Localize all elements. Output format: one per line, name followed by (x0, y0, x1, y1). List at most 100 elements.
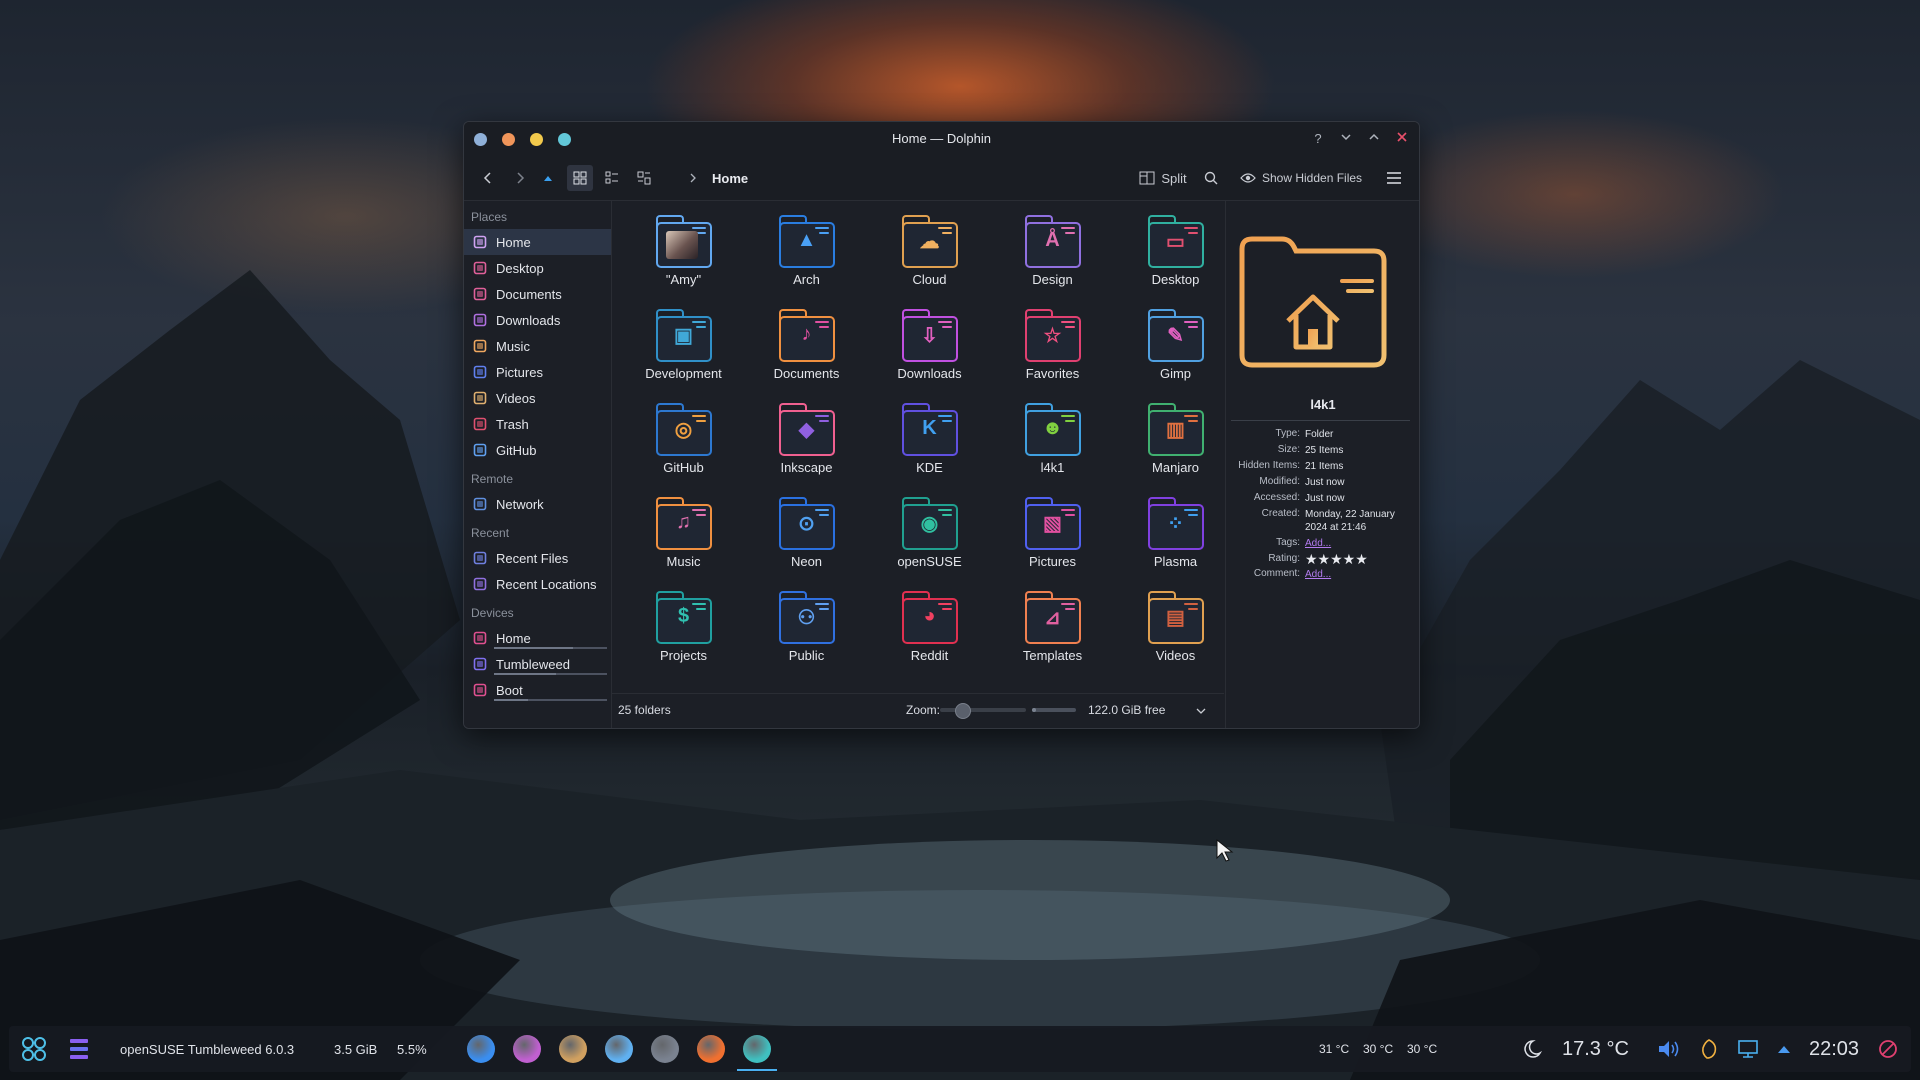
search-button[interactable] (1200, 165, 1222, 191)
zoom-slider[interactable] (940, 703, 1026, 719)
folder-item[interactable]: ♪ Documents (745, 309, 868, 403)
menu-button[interactable] (1382, 165, 1406, 191)
breadcrumb-home[interactable]: Home (712, 171, 748, 186)
details-view-button[interactable] (631, 165, 657, 191)
folder-label: Inkscape (780, 460, 833, 475)
sidebar-item-recent-files[interactable]: Recent Files (464, 545, 611, 571)
folder-item[interactable]: ▥ Manjaro (1114, 403, 1237, 497)
folder-item[interactable]: Å Design (991, 215, 1114, 309)
discover-app-icon[interactable] (605, 1035, 633, 1063)
up-button[interactable] (536, 165, 560, 191)
drive-icon (472, 682, 488, 698)
sidebar-item-recent-locations[interactable]: Recent Locations (464, 571, 611, 597)
notifications-icon[interactable] (1877, 1026, 1901, 1072)
info-label: Rating: (1268, 553, 1300, 564)
back-button[interactable] (476, 165, 500, 191)
steam-app-icon[interactable] (513, 1035, 541, 1063)
show-hidden-files-button[interactable]: Show Hidden Files (1240, 165, 1370, 191)
public-glyph-icon: ⚇ (797, 607, 816, 629)
dolphin-app-icon[interactable] (743, 1035, 771, 1063)
folder-item[interactable]: K KDE (868, 403, 991, 497)
sidebar-item-desktop[interactable]: Desktop (464, 255, 611, 281)
documents-glyph-icon: ♪ (801, 323, 812, 345)
volume-icon[interactable] (1657, 1026, 1683, 1072)
folder-item[interactable]: ☻ l4k1 (991, 403, 1114, 497)
folder-item[interactable]: ◕ Reddit (868, 591, 991, 685)
folder-item[interactable]: ☁ Cloud (868, 215, 991, 309)
folder-item[interactable]: ▲ Arch (745, 215, 868, 309)
folder-item[interactable]: ⊙ Neon (745, 497, 868, 591)
gimp-folder-icon: ✎ (1146, 309, 1206, 363)
info-value: Just now (1305, 493, 1345, 504)
folder-label: l4k1 (1040, 460, 1065, 475)
app-launcher-button[interactable] (21, 1026, 49, 1072)
settings-app-icon[interactable] (651, 1035, 679, 1063)
sidebar-item-label: Recent Files (496, 550, 569, 566)
folder-item[interactable]: ✎ Gimp (1114, 309, 1237, 403)
info-row-modified: Modified: Just now (1226, 476, 1419, 489)
sidebar-item-boot[interactable]: Boot (464, 677, 611, 703)
gimp-app-icon[interactable] (559, 1035, 587, 1063)
weather-icon[interactable] (1519, 1026, 1545, 1072)
sidebar-item-label: Downloads (496, 312, 561, 328)
folder-item[interactable]: ▧ Pictures (991, 497, 1114, 591)
plasma-glyph-icon: ⁘ (1167, 513, 1184, 535)
sidebar-item-videos[interactable]: Videos (464, 385, 611, 411)
forward-button[interactable] (508, 165, 532, 191)
folder-item[interactable]: ▤ Videos (1114, 591, 1237, 685)
sidebar-item-pictures[interactable]: Pictures (464, 359, 611, 385)
hamburger-menu-icon (1387, 172, 1401, 184)
split-button[interactable]: Split (1136, 165, 1190, 191)
system-tray-expand[interactable] (1777, 1026, 1795, 1072)
breadcrumb-separator (686, 165, 700, 191)
folder-item[interactable]: ◉ openSUSE (868, 497, 991, 591)
zoom-slider-handle[interactable] (954, 703, 971, 719)
folder-item[interactable]: ☆ Favorites (991, 309, 1114, 403)
help-button[interactable]: ? (1309, 130, 1327, 148)
info-row-hidden-items: Hidden Items: 21 Items (1226, 460, 1419, 473)
up-arrow-icon (544, 176, 552, 181)
folder-item[interactable]: ⚇ Public (745, 591, 868, 685)
sidebar-item-label: Trash (496, 416, 529, 432)
kde-connect-icon[interactable] (1699, 1026, 1721, 1072)
chevron-down-icon[interactable] (1196, 706, 1206, 716)
home-icon (472, 234, 488, 250)
folder-item[interactable]: ▭ Desktop (1114, 215, 1237, 309)
info-label: Modified: (1259, 476, 1300, 487)
minimize-button[interactable] (1337, 130, 1355, 148)
rating-stars[interactable]: ★★★★★ (1305, 552, 1405, 566)
folder-item[interactable]: ◎ GitHub (622, 403, 745, 497)
folder-item[interactable]: ◆ Inkscape (745, 403, 868, 497)
task-manager-button[interactable] (69, 1026, 93, 1072)
maximize-button[interactable] (1365, 130, 1383, 148)
sidebar-item-documents[interactable]: Documents (464, 281, 611, 307)
close-button[interactable] (1393, 130, 1411, 148)
sidebar-item-tumbleweed[interactable]: Tumbleweed (464, 651, 611, 677)
folder-item[interactable]: ▣ Development (622, 309, 745, 403)
compact-view-button[interactable] (599, 165, 625, 191)
firefox-app-icon[interactable] (697, 1035, 725, 1063)
weather-temperature[interactable]: 17.3 °C (1562, 1026, 1629, 1072)
info-value[interactable]: Add... (1305, 568, 1405, 581)
kde-app-icon[interactable] (467, 1035, 495, 1063)
folder-item[interactable]: ⇩ Downloads (868, 309, 991, 403)
folder-item[interactable]: $ Projects (622, 591, 745, 685)
folder-item[interactable]: ⊿ Templates (991, 591, 1114, 685)
icons-view-button[interactable] (567, 165, 593, 191)
videos-glyph-icon: ▤ (1166, 607, 1185, 629)
sidebar-item-home[interactable]: Home (464, 229, 611, 255)
sidebar-item-github[interactable]: GitHub (464, 437, 611, 463)
clock[interactable]: 22:03 (1809, 1026, 1859, 1072)
system-name: openSUSE Tumbleweed 6.0.3 (120, 1041, 295, 1057)
sidebar-item-home[interactable]: Home (464, 625, 611, 651)
network-icon[interactable] (1737, 1026, 1761, 1072)
folder-item[interactable]: "Amy" (622, 215, 745, 309)
info-value[interactable]: Add... (1305, 537, 1405, 550)
sidebar-item-music[interactable]: Music (464, 333, 611, 359)
sidebar-item-downloads[interactable]: Downloads (464, 307, 611, 333)
sidebar-item-network[interactable]: Network (464, 491, 611, 517)
public-folder-icon: ⚇ (777, 591, 837, 645)
sidebar-item-trash[interactable]: Trash (464, 411, 611, 437)
folder-item[interactable]: ♫ Music (622, 497, 745, 591)
folder-item[interactable]: ⁘ Plasma (1114, 497, 1237, 591)
